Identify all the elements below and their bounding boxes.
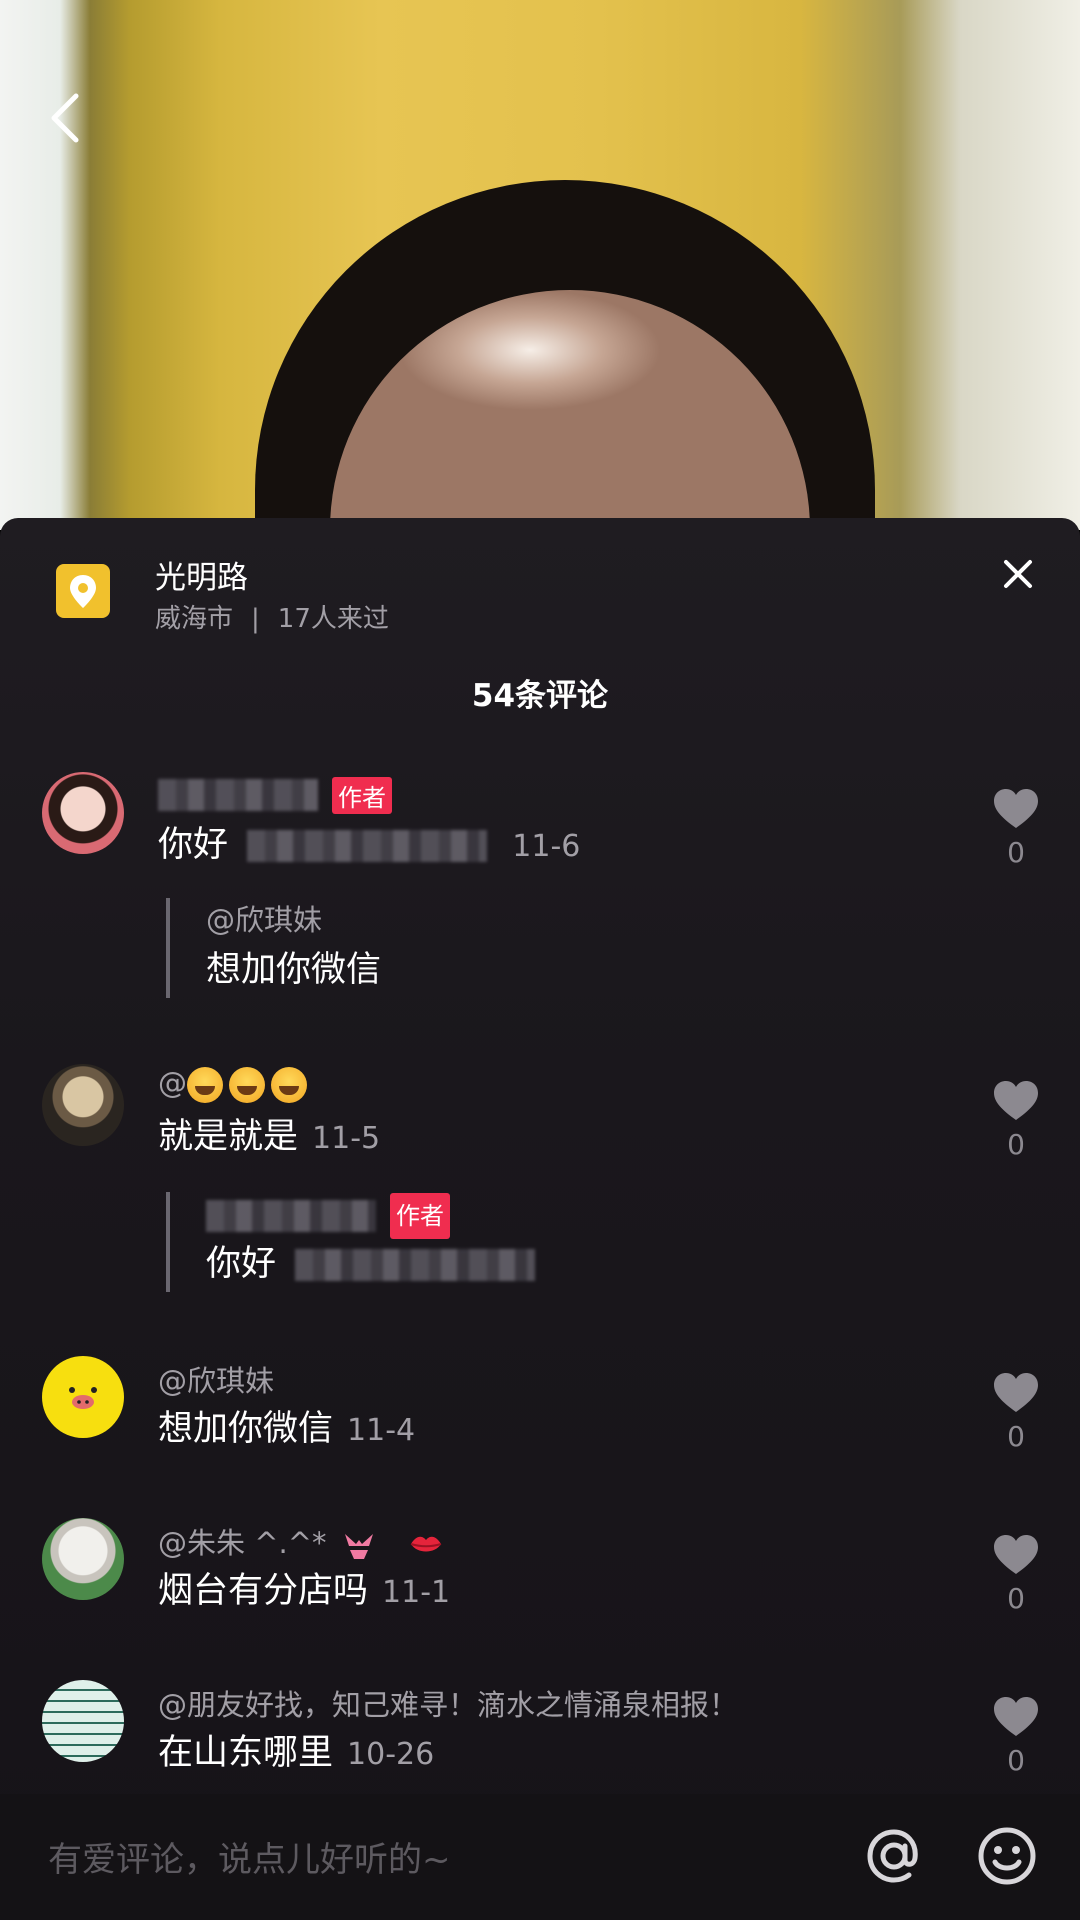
video-background: [0, 0, 1080, 600]
like-button[interactable]: 0: [990, 1080, 1042, 1161]
username-text: @: [158, 1066, 187, 1100]
blurred-username: [158, 779, 318, 811]
avatar[interactable]: [42, 772, 124, 854]
chick-face-icon: [69, 1387, 97, 1409]
comment-date: 11-5: [312, 1121, 381, 1156]
comment-date: 11-4: [347, 1413, 416, 1448]
bikini-emoji-icon: [344, 1534, 373, 1559]
comment-text[interactable]: 就是就是 11-5: [158, 1108, 380, 1159]
comment-text[interactable]: 想加你微信 11-4: [158, 1400, 415, 1451]
author-tag: 作者: [390, 1193, 450, 1239]
at-icon[interactable]: [862, 1824, 926, 1888]
blurred-text: [295, 1249, 536, 1281]
like-count: 0: [1007, 1744, 1025, 1777]
avatar[interactable]: [42, 1356, 124, 1438]
comment-date: 11-1: [382, 1575, 451, 1610]
comment-body: 在山东哪里: [158, 1733, 334, 1773]
comment-date: 11-6: [512, 829, 581, 864]
comment-username[interactable]: @欣琪妹: [158, 1358, 274, 1400]
like-button[interactable]: 0: [990, 1534, 1042, 1615]
comment-sheet: 光明路 威海市 | 17人来过 54条评论 作者 你好 11-6 @欣琪妹 想加你微…: [0, 518, 1080, 1920]
kiss-lips-emoji-icon: [410, 1536, 442, 1552]
laughing-emoji-icon: [187, 1067, 223, 1103]
laughing-emoji-icon: [271, 1067, 307, 1103]
comment-date: 10-26: [347, 1737, 435, 1772]
comment-text[interactable]: 你好 11-6: [158, 816, 580, 867]
comment-body: 烟台有分店吗: [158, 1571, 369, 1611]
comment-body: 想加你微信: [158, 1409, 334, 1449]
laughing-emoji-icon: [229, 1067, 265, 1103]
comment-input[interactable]: 有爱评论，说点儿好听的~: [48, 1832, 451, 1881]
heart-icon: [994, 789, 1038, 828]
location-visitors: 17人来过: [277, 604, 389, 634]
location-title[interactable]: 光明路: [155, 552, 248, 597]
location-subtitle: 威海市 | 17人来过: [155, 598, 389, 635]
comment-text[interactable]: 烟台有分店吗 11-1: [158, 1562, 450, 1613]
location-city: 威海市: [155, 604, 234, 634]
blurred-username: [206, 1200, 376, 1232]
reply-quote[interactable]: 作者 你好: [166, 1192, 536, 1292]
reply-text: 你好: [206, 1236, 536, 1292]
comment-count: 54条评论: [471, 678, 609, 714]
like-count: 0: [1007, 1128, 1025, 1161]
reply-username: 作者: [206, 1192, 535, 1239]
comment-body: 就是就是: [158, 1117, 299, 1157]
like-button[interactable]: 0: [990, 1696, 1042, 1777]
comment-input-bar: 有爱评论，说点儿好听的~: [0, 1794, 1080, 1920]
like-button[interactable]: 0: [990, 788, 1042, 869]
username-text: @朱朱 ^.^*: [158, 1526, 327, 1560]
comment-username[interactable]: @朋友好找，知己难寻！滴水之情涌泉相报！: [158, 1682, 738, 1724]
heart-icon: [994, 1373, 1038, 1412]
like-count: 0: [1007, 1582, 1025, 1615]
back-arrow-icon[interactable]: [42, 88, 92, 148]
avatar[interactable]: [42, 1064, 124, 1146]
heart-icon: [994, 1081, 1038, 1120]
reply-username: @欣琪妹: [206, 903, 323, 937]
comment-username[interactable]: @: [158, 1066, 313, 1103]
comment-username[interactable]: @朱朱 ^.^*: [158, 1520, 443, 1562]
separator: |: [251, 604, 260, 634]
like-count: 0: [1007, 836, 1025, 869]
smiley-icon[interactable]: [975, 1824, 1039, 1888]
comment-text[interactable]: 在山东哪里 10-26: [158, 1724, 434, 1775]
reply-quote[interactable]: @欣琪妹 想加你微信: [166, 898, 381, 998]
like-count: 0: [1007, 1420, 1025, 1453]
location-pin-icon[interactable]: [56, 564, 110, 618]
heart-icon: [994, 1697, 1038, 1736]
blurred-text: [247, 830, 488, 862]
comment-body: 你好: [158, 825, 229, 865]
close-icon[interactable]: [1000, 556, 1036, 592]
author-tag: 作者: [332, 776, 392, 814]
comment-username[interactable]: 作者: [158, 776, 392, 814]
reply-text: 想加你微信: [206, 950, 382, 990]
heart-icon: [994, 1535, 1038, 1574]
like-button[interactable]: 0: [990, 1372, 1042, 1453]
avatar[interactable]: [42, 1518, 124, 1600]
avatar[interactable]: [42, 1680, 124, 1762]
reply-body: 你好: [206, 1244, 277, 1284]
